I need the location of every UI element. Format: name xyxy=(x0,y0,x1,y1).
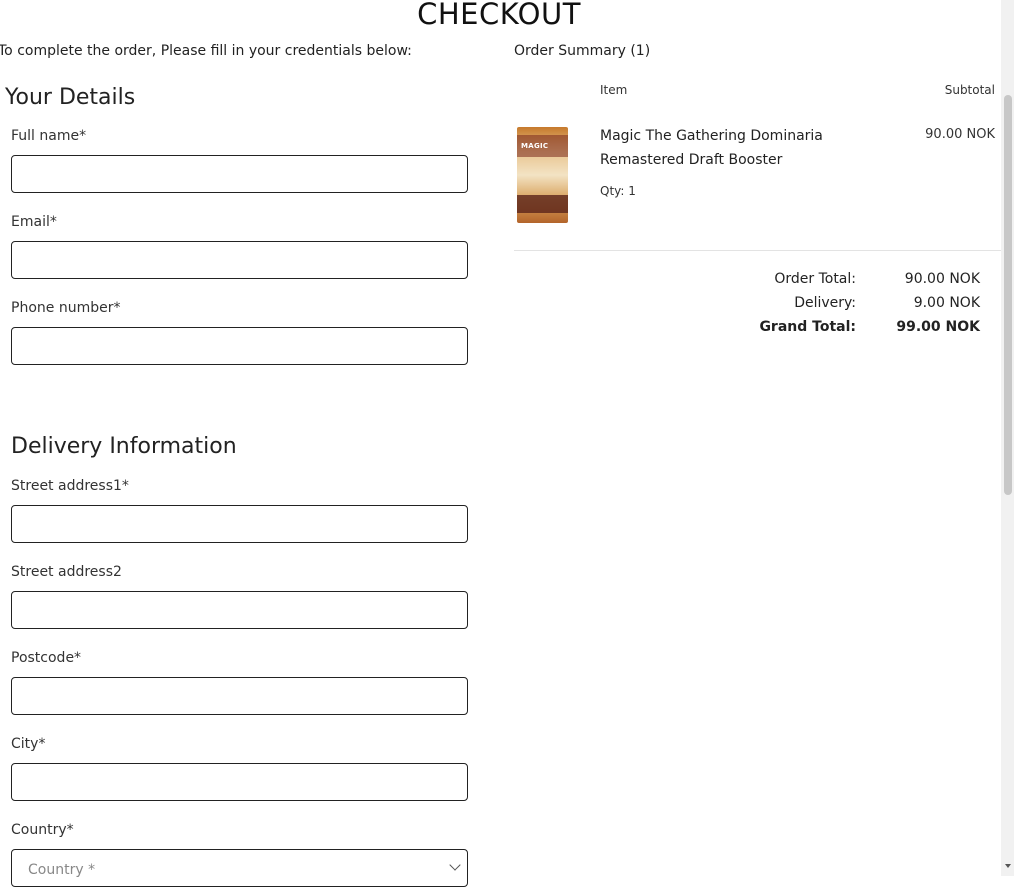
delivery-value: 9.00 NOK xyxy=(913,295,980,311)
phone-input[interactable] xyxy=(11,327,468,365)
product-subtotal: 90.00 NOK xyxy=(925,127,995,142)
street-address2-input[interactable] xyxy=(11,591,468,629)
full-name-label: Full name* xyxy=(11,128,87,144)
order-total-label: Order Total: xyxy=(774,271,856,287)
page-title: CHECKOUT xyxy=(417,0,581,31)
product-name: Magic The Gathering Dominaria Remastered… xyxy=(600,128,823,168)
delivery-information-heading: Delivery Information xyxy=(11,434,237,459)
street-address2-label: Street address2 xyxy=(11,564,122,580)
street-address1-input[interactable] xyxy=(11,505,468,543)
city-input[interactable] xyxy=(11,763,468,801)
postcode-label: Postcode* xyxy=(11,650,82,666)
country-label: Country* xyxy=(11,822,74,838)
email-label: Email* xyxy=(11,214,57,230)
city-label: City* xyxy=(11,736,46,752)
phone-label: Phone number* xyxy=(11,300,121,316)
product-image: MAGIC xyxy=(517,127,568,223)
item-column-header: Item xyxy=(600,83,628,97)
pack-bottom-band xyxy=(517,195,568,213)
delivery-row: Delivery: 9.00 NOK xyxy=(514,293,980,317)
street-address1-label: Street address1* xyxy=(11,478,129,494)
order-totals: Order Total: 90.00 NOK Delivery: 9.00 NO… xyxy=(514,269,980,341)
grand-total-row: Grand Total: 99.00 NOK xyxy=(514,317,980,341)
scrollbar-thumb[interactable] xyxy=(1004,95,1012,495)
intro-text: To complete the order, Please fill in yo… xyxy=(0,43,412,59)
grand-total-value: 99.00 NOK xyxy=(896,319,980,335)
product-quantity: Qty: 1 xyxy=(600,184,636,198)
order-summary-title: Order Summary (1) xyxy=(514,43,651,59)
pack-logo: MAGIC xyxy=(521,142,549,150)
delivery-label: Delivery: xyxy=(794,295,856,311)
summary-divider xyxy=(514,250,1002,251)
email-input[interactable] xyxy=(11,241,468,279)
order-total-row: Order Total: 90.00 NOK xyxy=(514,269,980,293)
chevron-down-icon xyxy=(449,859,461,871)
postcode-input[interactable] xyxy=(11,677,468,715)
subtotal-column-header: Subtotal xyxy=(944,83,995,97)
your-details-heading: Your Details xyxy=(5,85,136,110)
country-select-value: Country * xyxy=(28,862,96,878)
full-name-input[interactable] xyxy=(11,155,468,193)
grand-total-label: Grand Total: xyxy=(759,319,856,335)
order-total-value: 90.00 NOK xyxy=(904,271,980,287)
scroll-down-arrow-icon[interactable] xyxy=(1005,864,1011,868)
vertical-scrollbar[interactable] xyxy=(1001,0,1014,876)
country-select[interactable]: Country * xyxy=(11,849,468,887)
